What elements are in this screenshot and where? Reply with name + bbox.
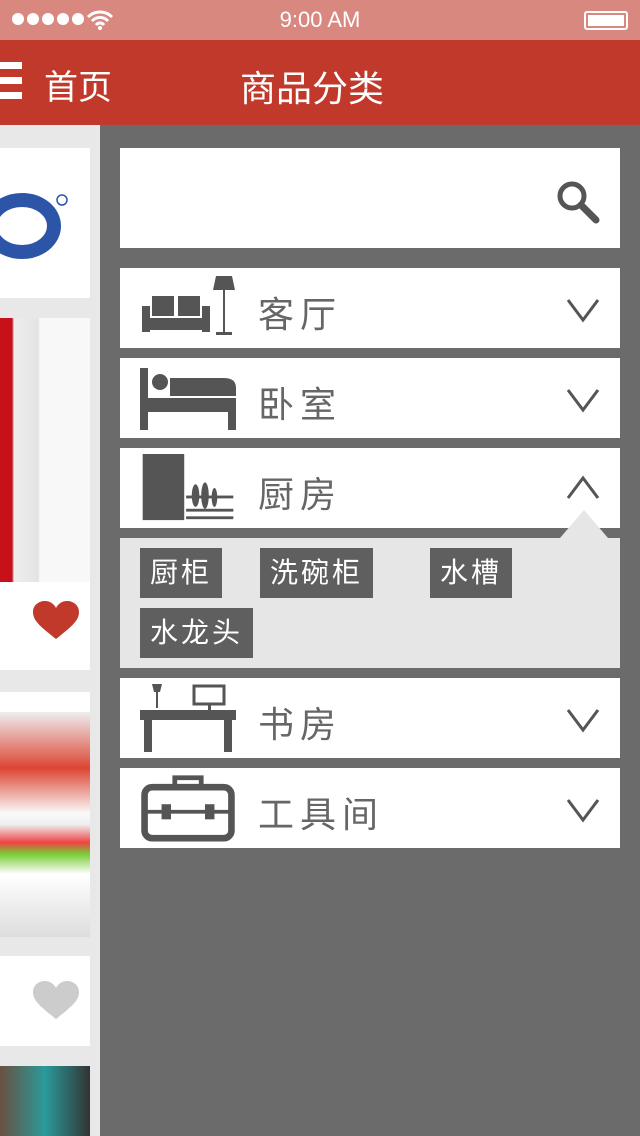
category-label: 工具间 (258, 795, 385, 836)
nav-bar: 首页 商品分类 (0, 40, 640, 125)
home-link[interactable]: 首页 (44, 60, 112, 109)
home-content-preview[interactable] (0, 125, 100, 1136)
product-card[interactable] (0, 956, 90, 1046)
chevron-up-icon[interactable] (566, 474, 600, 504)
sofa-lamp-icon (142, 276, 235, 335)
page-title: 商品分类 (240, 69, 385, 110)
subcategory-tag[interactable]: 水槽 (430, 548, 513, 598)
chevron-down-icon[interactable] (566, 294, 600, 324)
category-utility-room[interactable]: 工具间 (120, 768, 620, 848)
kitchen-icon (142, 454, 234, 521)
status-bar: 9:00 AM (0, 0, 640, 40)
search-input[interactable] (120, 148, 620, 248)
category-label: 厨房 (258, 475, 343, 516)
category-label: 客厅 (258, 295, 343, 336)
product-image-bedroom[interactable] (0, 692, 90, 937)
product-card[interactable] (0, 318, 90, 670)
subcategory-tag[interactable]: 厨柜 (140, 548, 223, 598)
kitchen-subcategories: 厨柜 洗碗柜 水槽 水龙头 (120, 510, 620, 668)
chevron-down-icon[interactable] (566, 384, 600, 414)
chevron-down-icon[interactable] (566, 794, 600, 824)
heart-icon[interactable] (33, 981, 79, 1021)
subcategory-tag[interactable]: 洗碗柜 (260, 548, 374, 598)
category-living-room[interactable]: 客厅 (120, 268, 620, 348)
category-kitchen[interactable]: 厨房 (120, 448, 620, 528)
category-bedroom[interactable]: 卧室 (120, 358, 620, 438)
category-label: 卧室 (258, 385, 343, 426)
brand-logo-card (0, 148, 90, 298)
chevron-down-icon[interactable] (566, 704, 600, 734)
caret-indicator (560, 510, 608, 538)
subcategory-tag[interactable]: 水龙头 (140, 608, 254, 658)
toolbox-icon (141, 775, 235, 842)
brand-logo (0, 193, 68, 259)
search-icon[interactable] (556, 180, 600, 224)
category-panel: 客厅 卧室 厨房 厨柜 洗碗柜 水槽 水龙头 书房 工具间 (100, 125, 640, 1136)
heart-icon[interactable] (33, 601, 79, 641)
battery-icon (584, 11, 628, 30)
bed-icon (140, 368, 236, 430)
menu-icon[interactable] (0, 62, 22, 107)
clock: 9:00 AM (279, 7, 361, 32)
category-study[interactable]: 书房 (120, 678, 620, 758)
bedroom-photo (0, 712, 90, 937)
desk-icon (140, 684, 236, 752)
category-label: 书房 (258, 705, 343, 746)
product-image-livingroom[interactable] (0, 1066, 90, 1136)
product-image-wardrobe (0, 318, 90, 582)
